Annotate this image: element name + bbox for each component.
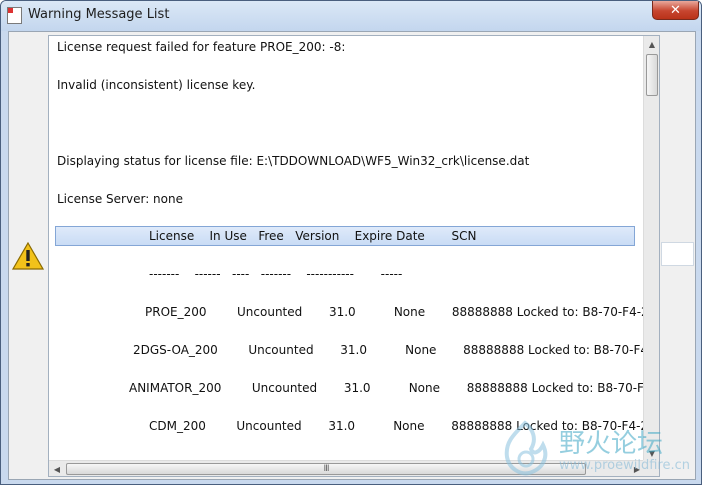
table-row: ANIMATOR_200 Uncounted 31.0 None 8888888… bbox=[129, 381, 645, 395]
vertical-scroll-thumb[interactable] bbox=[646, 54, 658, 96]
table-header: License In Use Free Version Expire Date … bbox=[149, 229, 477, 243]
message-line: Displaying status for license file: E:\T… bbox=[57, 154, 530, 168]
title-bar[interactable]: Warning Message List ✕ bbox=[1, 1, 701, 31]
close-button[interactable]: ✕ bbox=[652, 1, 699, 20]
scroll-up-icon[interactable]: ▲ bbox=[644, 36, 659, 52]
flame-logo-icon bbox=[504, 420, 548, 476]
window-title: Warning Message List bbox=[28, 7, 170, 22]
message-line: Invalid (inconsistent) license key. bbox=[57, 78, 256, 92]
grip-icon: III bbox=[323, 464, 330, 474]
app-icon bbox=[7, 7, 22, 24]
side-panel-box bbox=[661, 242, 694, 266]
table-row: PROE_200 Uncounted 31.0 None 88888888 Lo… bbox=[145, 305, 645, 319]
vertical-scrollbar[interactable]: ▲ ▼ bbox=[643, 36, 659, 461]
watermark-title: 野火论坛 bbox=[559, 429, 664, 459]
message-line: License Server: none bbox=[57, 192, 183, 206]
scroll-left-icon[interactable]: ◀ bbox=[49, 461, 65, 476]
message-line: License request failed for feature PROE_… bbox=[57, 40, 346, 54]
close-icon: ✕ bbox=[670, 2, 681, 18]
table-row: 2DGS-OA_200 Uncounted 31.0 None 88888888… bbox=[133, 343, 645, 357]
warning-icon bbox=[12, 242, 44, 270]
warning-message-window: Warning Message List ✕ License request f… bbox=[0, 0, 702, 485]
watermark-url: www.proewildfire.cn bbox=[559, 458, 690, 473]
table-separator: ------- ------ ---- ------- ----------- … bbox=[149, 267, 403, 281]
message-content: License request failed for feature PROE_… bbox=[49, 36, 645, 461]
watermark: 野火论坛 www.proewildfire.cn bbox=[493, 411, 698, 481]
